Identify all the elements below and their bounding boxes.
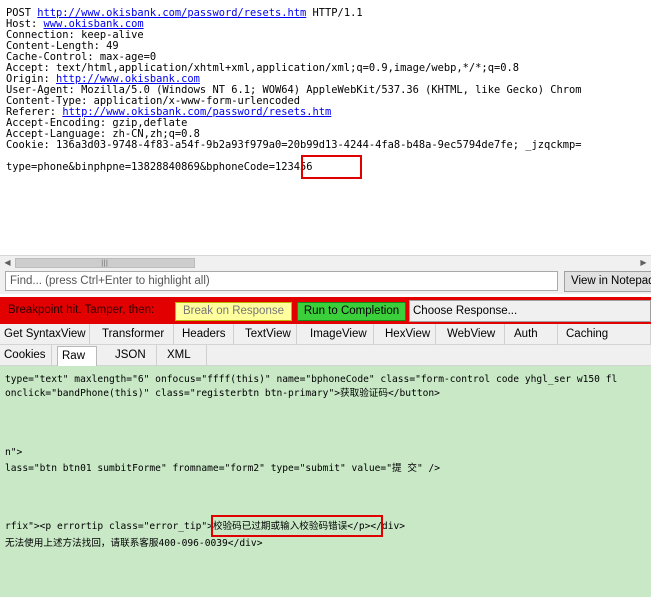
- tab-auth[interactable]: Auth: [510, 324, 558, 345]
- view-in-notepad-button[interactable]: View in Notepad: [564, 271, 651, 292]
- tab-hexview[interactable]: HexView: [381, 324, 436, 345]
- breakpoint-label: Breakpoint hit. Tamper, then:: [8, 304, 155, 316]
- grip-icon: |||: [101, 259, 109, 267]
- scroll-left-icon[interactable]: ◀: [0, 256, 15, 270]
- error-highlight-box: [211, 515, 383, 537]
- break-on-response-button[interactable]: Break on Response: [175, 302, 292, 321]
- response-tabs-row2: Cookies Raw JSON XML: [0, 345, 651, 366]
- tab-get-syntaxview[interactable]: Get SyntaxView: [0, 324, 90, 345]
- tab-raw[interactable]: Raw: [57, 346, 97, 366]
- tab-textview[interactable]: TextView: [241, 324, 297, 345]
- scroll-right-icon[interactable]: ▶: [636, 256, 651, 270]
- tab-caching[interactable]: Caching: [562, 324, 651, 345]
- breakpoint-bar: Breakpoint hit. Tamper, then: Break on R…: [0, 297, 651, 324]
- response-line: type="text" maxlength="6" onfocus="ffff(…: [5, 374, 618, 385]
- tab-webview[interactable]: WebView: [443, 324, 505, 345]
- response-tabs-row1: Get SyntaxView Transformer Headers TextV…: [0, 324, 651, 345]
- response-raw-view[interactable]: type="text" maxlength="6" onfocus="ffff(…: [0, 366, 651, 597]
- code-highlight-box: [301, 155, 362, 179]
- response-line: onclick="bandPhone(this)" class="registe…: [5, 388, 440, 399]
- tab-imageview[interactable]: ImageView: [306, 324, 374, 345]
- tab-transformer[interactable]: Transformer: [98, 324, 174, 345]
- scroll-thumb[interactable]: |||: [15, 258, 195, 268]
- response-line: 无法使用上述方法找回，请联系客服400-096-0039</div>: [5, 538, 263, 549]
- choose-response-dropdown[interactable]: Choose Response...: [409, 300, 651, 322]
- response-line: lass="btn btn01 sumbitForme" fromname="f…: [5, 463, 441, 474]
- find-input[interactable]: Find... (press Ctrl+Enter to highlight a…: [5, 271, 558, 291]
- run-to-completion-button[interactable]: Run to Completion: [297, 302, 406, 321]
- response-line: n">: [5, 447, 23, 458]
- horizontal-scrollbar[interactable]: ◀ ||| ▶: [0, 255, 651, 270]
- tab-json[interactable]: JSON: [111, 345, 157, 366]
- tab-headers[interactable]: Headers: [178, 324, 234, 345]
- tab-cookies[interactable]: Cookies: [0, 345, 52, 366]
- request-line: Cookie: 136a3d03-9748-4f83-a54f-9b2a93f9…: [6, 139, 582, 151]
- find-bar: Find... (press Ctrl+Enter to highlight a…: [0, 270, 651, 294]
- request-body: type=phone&binphpne=13828840869&bphoneCo…: [6, 161, 313, 173]
- request-text-view[interactable]: POST http://www.okisbank.com/password/re…: [0, 0, 651, 255]
- tab-xml[interactable]: XML: [163, 345, 207, 366]
